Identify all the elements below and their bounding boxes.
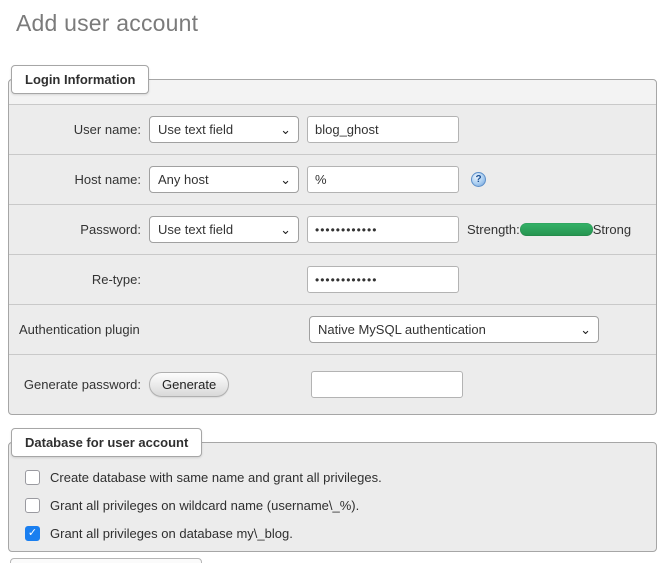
password-type-select[interactable]: Use text field ⌄: [149, 216, 299, 243]
auth-plugin-row: Authentication plugin Native MySQL authe…: [9, 304, 656, 354]
chevron-down-icon: ⌄: [280, 218, 291, 242]
strength-label: Strength:: [467, 222, 520, 237]
create-database-option-label: Create database with same name and grant…: [50, 470, 382, 485]
page-title: Add user account: [16, 10, 660, 37]
database-for-user-account-fieldset: Database for user account Create databas…: [8, 442, 657, 552]
chevron-down-icon: ⌄: [280, 118, 291, 142]
password-type-select-value: Use text field: [158, 222, 233, 237]
create-database-checkbox[interactable]: [25, 470, 40, 485]
strength-meter-bar: [520, 223, 593, 236]
grant-wildcard-option-row: Grant all privileges on wildcard name (u…: [17, 491, 648, 519]
strength-value: Strong: [593, 222, 631, 237]
login-information-fieldset: Login Information User name: Use text fi…: [8, 79, 657, 415]
grant-database-option-label: Grant all privileges on database my\_blo…: [50, 526, 293, 541]
password-strength: Strength: Strong: [467, 222, 631, 237]
create-database-option-row: Create database with same name and grant…: [17, 463, 648, 491]
hostname-input[interactable]: [307, 166, 459, 193]
help-icon[interactable]: ?: [471, 172, 486, 187]
username-type-select-value: Use text field: [158, 122, 233, 137]
username-label: User name:: [15, 122, 141, 137]
grant-wildcard-checkbox[interactable]: [25, 498, 40, 513]
hostname-type-select[interactable]: Any host ⌄: [149, 166, 299, 193]
database-for-user-account-legend: Database for user account: [11, 428, 202, 457]
grant-database-checkbox[interactable]: ✓: [25, 526, 40, 541]
username-row: User name: Use text field ⌄: [9, 104, 656, 154]
retype-label: Re-type:: [15, 272, 141, 287]
auth-plugin-select-value: Native MySQL authentication: [318, 322, 486, 337]
retype-row: Re-type:: [9, 254, 656, 304]
generated-password-input[interactable]: [311, 371, 463, 398]
auth-plugin-select[interactable]: Native MySQL authentication ⌄: [309, 316, 599, 343]
database-options: Create database with same name and grant…: [9, 443, 656, 551]
username-type-select[interactable]: Use text field ⌄: [149, 116, 299, 143]
password-row: Password: Use text field ⌄ Strength: Str…: [9, 204, 656, 254]
hostname-type-select-value: Any host: [158, 172, 209, 187]
generate-password-row: Generate password: Generate: [9, 354, 656, 414]
login-information-legend: Login Information: [11, 65, 149, 94]
hostname-label: Host name:: [15, 172, 141, 187]
generate-button[interactable]: Generate: [149, 372, 229, 397]
grant-wildcard-option-label: Grant all privileges on wildcard name (u…: [50, 498, 359, 513]
grant-database-option-row: ✓ Grant all privileges on database my\_b…: [17, 519, 648, 547]
username-input[interactable]: [307, 116, 459, 143]
chevron-down-icon: ⌄: [280, 168, 291, 192]
password-label: Password:: [15, 222, 141, 237]
hostname-row: Host name: Any host ⌄ ?: [9, 154, 656, 204]
chevron-down-icon: ⌄: [580, 318, 591, 342]
generate-password-label: Generate password:: [15, 377, 141, 392]
auth-plugin-label: Authentication plugin: [15, 322, 301, 337]
retype-password-input[interactable]: [307, 266, 459, 293]
password-input[interactable]: [307, 216, 459, 243]
next-fieldset-partial-legend: [10, 558, 202, 563]
